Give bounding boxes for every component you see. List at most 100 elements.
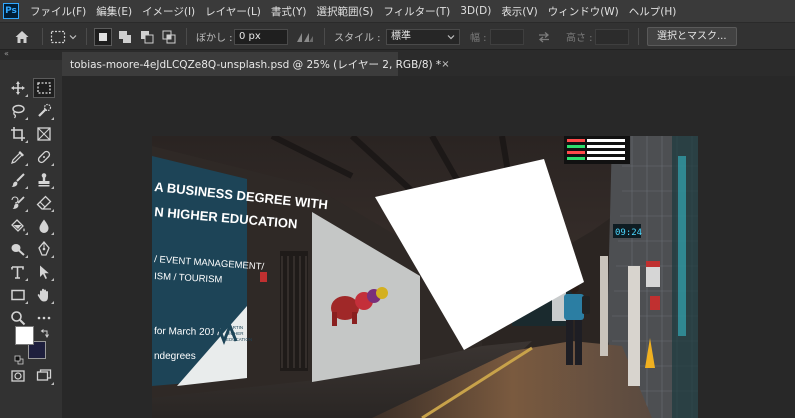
marquee-icon — [37, 82, 51, 94]
lasso-tool[interactable] — [7, 101, 29, 121]
magnifier-icon — [11, 311, 26, 326]
history-brush-tool[interactable] — [7, 193, 29, 213]
hand-icon — [37, 288, 48, 302]
menu-3d[interactable]: 3D(D) — [455, 5, 496, 17]
anti-alias-checkbox[interactable] — [296, 23, 314, 50]
crop-tool[interactable] — [7, 124, 29, 144]
menu-select[interactable]: 選択範囲(S) — [312, 4, 379, 19]
menu-image[interactable]: イメージ(I) — [137, 4, 200, 19]
eyedropper-tool[interactable] — [7, 147, 29, 167]
hand-tool[interactable] — [33, 285, 55, 305]
menu-help[interactable]: ヘルプ(H) — [624, 4, 682, 19]
frame-tool[interactable] — [33, 124, 55, 144]
collapse-panel-button[interactable]: « — [0, 50, 62, 60]
stamp-icon — [38, 173, 50, 187]
subtract-selection-button[interactable] — [140, 23, 154, 50]
chevron-down-icon — [69, 34, 77, 39]
document-canvas[interactable]: A BUSINESS DEGREE WITH N HIGHER EDUCATIO… — [152, 136, 698, 418]
document-tab[interactable]: tobias-moore-4eJdLCQZe8Q-unsplash.psd @ … — [62, 52, 450, 76]
paint-bucket-icon — [11, 219, 25, 232]
rectangle-tool[interactable] — [7, 285, 29, 305]
move-icon — [11, 81, 25, 95]
dodge-icon — [11, 244, 25, 256]
home-button[interactable] — [14, 23, 30, 50]
separator — [42, 28, 43, 45]
menu-file[interactable]: ファイル(F) — [25, 4, 91, 19]
style-label: スタイル : — [334, 33, 381, 44]
type-icon — [11, 266, 24, 279]
menu-filter[interactable]: フィルター(T) — [378, 4, 455, 19]
menu-edit[interactable]: 編集(E) — [91, 4, 137, 19]
intersect-selection-button[interactable] — [162, 23, 176, 50]
default-colors-icon — [14, 355, 24, 365]
chevron-down-icon — [447, 34, 455, 39]
billboard-logo-line-1: MARTIN — [226, 325, 243, 330]
arrow-pointer-icon — [40, 265, 49, 279]
tools-panel: « — [0, 50, 62, 418]
dodge-tool[interactable] — [7, 239, 29, 259]
lasso-icon — [12, 104, 25, 119]
quick-selection-tool[interactable] — [33, 101, 55, 121]
foreground-color-swatch[interactable] — [15, 326, 34, 345]
menu-window[interactable]: ウィンドウ(W) — [543, 4, 624, 19]
frame-icon — [37, 127, 51, 141]
crop-icon — [11, 127, 25, 141]
separator — [638, 28, 639, 45]
billboard-line-6: ndegrees — [154, 351, 196, 362]
rectangular-marquee-tool[interactable] — [33, 78, 55, 98]
water-drop-icon — [39, 219, 49, 233]
anti-alias-icon — [297, 32, 313, 42]
spot-healing-brush-tool[interactable] — [33, 147, 55, 167]
departure-board — [564, 136, 630, 164]
billboard-logo-line-2: HIGHER — [226, 331, 244, 336]
separator — [186, 28, 187, 45]
style-select[interactable]: 標準 — [386, 28, 460, 45]
swap-arrows-icon — [538, 31, 550, 42]
menu-bar: Ps ファイル(F) 編集(E) イメージ(I) レイヤー(L) 書式(Y) 選… — [0, 0, 795, 22]
swap-colors-button[interactable] — [40, 324, 50, 338]
move-tool[interactable] — [7, 78, 29, 98]
add-selection-icon — [119, 30, 131, 43]
eyedropper-icon — [11, 151, 24, 164]
brush-tool[interactable] — [7, 170, 29, 190]
swap-dimensions-button[interactable] — [537, 23, 551, 50]
canvas-area[interactable]: A BUSINESS DEGREE WITH N HIGHER EDUCATIO… — [62, 76, 795, 418]
new-selection-button[interactable] — [94, 23, 112, 50]
separator — [86, 28, 87, 45]
blur-tool[interactable] — [33, 216, 55, 236]
height-input[interactable] — [595, 28, 629, 45]
menu-view[interactable]: 表示(V) — [496, 4, 542, 19]
screen-mode-button[interactable] — [33, 366, 55, 386]
document-tab-bar: tobias-moore-4eJdLCQZe8Q-unsplash.psd @ … — [62, 50, 795, 76]
quick-mask-button[interactable] — [7, 366, 29, 386]
close-tab-button[interactable]: × — [441, 59, 449, 70]
pen-tool[interactable] — [33, 239, 55, 259]
menu-layer[interactable]: レイヤー(L) — [200, 4, 266, 19]
feather-label: ぼかし : — [196, 33, 233, 44]
zoom-tool[interactable] — [7, 308, 29, 328]
station-clock: 09:24 — [615, 228, 642, 238]
tool-preset-picker[interactable] — [50, 23, 77, 50]
pen-icon — [38, 241, 50, 256]
history-brush-icon — [11, 196, 25, 209]
new-selection-icon — [99, 32, 107, 41]
intersect-selection-icon — [162, 30, 176, 43]
subtract-selection-icon — [141, 30, 154, 43]
eraser-tool[interactable] — [33, 193, 55, 213]
menu-type[interactable]: 書式(Y) — [266, 4, 312, 19]
rectangle-shape-icon — [11, 289, 25, 301]
path-selection-tool[interactable] — [33, 262, 55, 282]
width-input[interactable] — [490, 28, 524, 45]
add-to-selection-button[interactable] — [118, 23, 132, 50]
height-label: 高さ : — [566, 33, 593, 44]
type-tool[interactable] — [7, 262, 29, 282]
feather-input[interactable]: 0 px — [234, 28, 288, 45]
default-colors-button[interactable] — [14, 350, 24, 365]
screen-mode-icon — [36, 369, 52, 381]
marquee-preset-icon — [50, 30, 66, 43]
paint-bucket-tool[interactable] — [7, 216, 29, 236]
clone-stamp-tool[interactable] — [33, 170, 55, 190]
select-and-mask-button[interactable]: 選択とマスク... — [647, 27, 737, 46]
swap-colors-icon — [40, 329, 49, 338]
photo-subway-platform: A BUSINESS DEGREE WITH N HIGHER EDUCATIO… — [152, 136, 698, 418]
